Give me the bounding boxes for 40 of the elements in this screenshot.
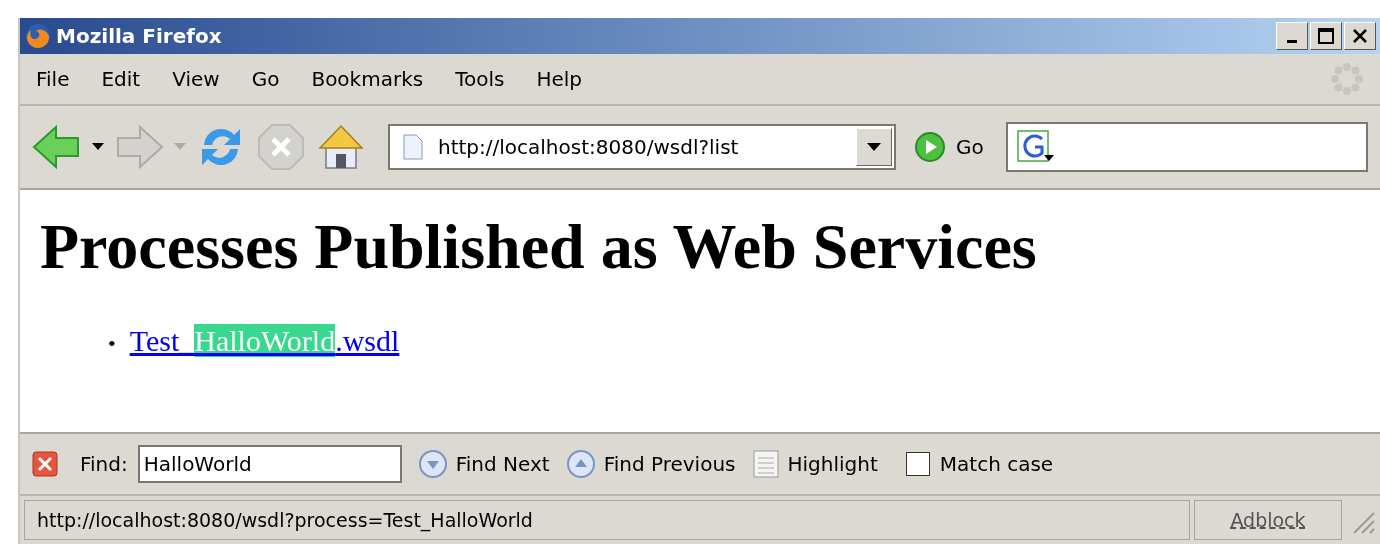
menu-item[interactable]: Tools bbox=[455, 67, 505, 91]
close-icon bbox=[1352, 28, 1368, 44]
address-text: http://localhost:8080/wsdl?list bbox=[438, 135, 740, 159]
menu-item[interactable]: Go bbox=[251, 67, 280, 91]
find-next-button[interactable]: Find Next bbox=[417, 449, 550, 479]
dropdown-button[interactable] bbox=[856, 128, 892, 166]
menu-item[interactable]: View bbox=[172, 67, 220, 91]
minimize-icon bbox=[1287, 39, 1297, 43]
page-heading: Processes Published as Web Services bbox=[40, 210, 1038, 284]
adblock-panel[interactable]: Adblock bbox=[1194, 500, 1342, 540]
play-icon[interactable] bbox=[914, 131, 946, 163]
document-icon bbox=[751, 449, 780, 479]
caret-icon bbox=[867, 143, 881, 151]
find-field[interactable]: HalloWorld bbox=[137, 445, 402, 483]
maximize-icon bbox=[1317, 27, 1335, 45]
search-engine-icon[interactable] bbox=[1015, 129, 1056, 165]
status-text: http://localhost:8080/wsdl?process=Test_HalloWorld bbox=[24, 500, 1190, 540]
match-case-checkbox[interactable] bbox=[905, 452, 930, 476]
back-arrow-icon[interactable] bbox=[32, 124, 82, 170]
menu-item[interactable]: Bookmarks bbox=[311, 67, 424, 91]
window-title: Mozilla Firefox bbox=[56, 24, 223, 48]
match-case-label: Match case bbox=[939, 452, 1054, 476]
search-field[interactable] bbox=[1005, 122, 1368, 172]
menu-item[interactable]: File bbox=[36, 67, 70, 91]
close-button[interactable] bbox=[1344, 22, 1376, 50]
close-icon[interactable] bbox=[32, 451, 58, 477]
find-label: Find: bbox=[80, 452, 128, 476]
caret-icon[interactable] bbox=[92, 143, 104, 151]
page-icon bbox=[402, 133, 424, 161]
address-bar[interactable]: http://localhost:8080/wsdl?list bbox=[388, 124, 896, 170]
find-previous-button[interactable]: Find Previous bbox=[565, 449, 736, 479]
maximize-button[interactable] bbox=[1310, 22, 1342, 50]
go-button[interactable]: Go bbox=[956, 135, 984, 159]
firefox-logo-icon bbox=[24, 22, 52, 50]
minimize-button[interactable] bbox=[1276, 22, 1308, 50]
menu-item[interactable]: Help bbox=[536, 67, 583, 91]
home-icon[interactable] bbox=[316, 122, 366, 172]
menu-item[interactable]: Edit bbox=[101, 67, 141, 91]
highlight-button[interactable]: Highlight bbox=[751, 449, 878, 479]
bullet: • bbox=[108, 331, 116, 356]
